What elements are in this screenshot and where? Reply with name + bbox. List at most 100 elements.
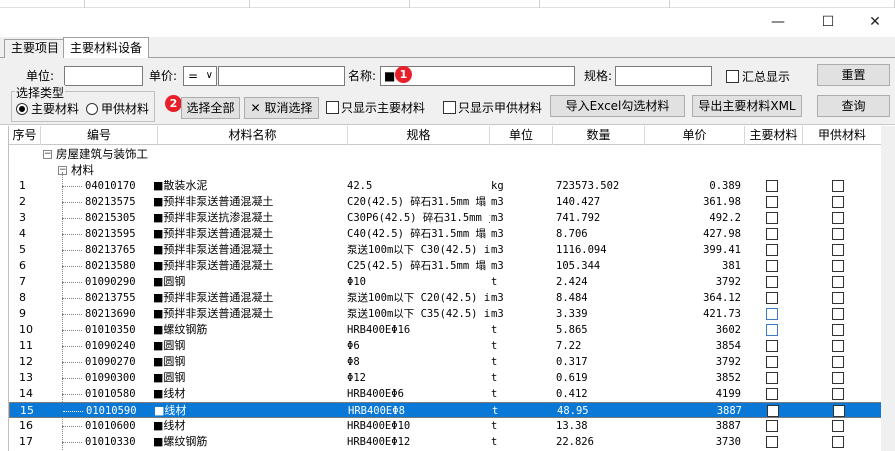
table-row[interactable]: 14 01010580 ■线材 HRB400EΦ6 t 0.412 4199 xyxy=(9,386,895,402)
tree-connector xyxy=(62,202,82,203)
import-excel-button[interactable]: 导入Excel勾选材料 xyxy=(550,95,685,117)
table-row[interactable]: 13 01090300 ■圆钢 Φ12 t 0.619 3852 xyxy=(9,370,895,386)
row-price: 381 xyxy=(722,260,741,272)
supply-material-checkbox[interactable] xyxy=(832,228,844,240)
table-row[interactable]: 11 01090240 ■圆钢 Φ6 t 7.22 3854 xyxy=(9,338,895,354)
collapse-icon[interactable]: − xyxy=(43,150,52,159)
col-header-code[interactable]: 编号 xyxy=(41,126,158,145)
table-row[interactable]: 5 80213765 ■预拌非泵送普通混凝土 泵送100m以下 C30(42.5) i… xyxy=(9,242,895,258)
table-row[interactable]: 1 04010170 ■散装水泥 42.5 kg 723573.502 0.389 xyxy=(9,178,895,194)
summary-checkbox[interactable] xyxy=(726,70,739,83)
supply-material-checkbox[interactable] xyxy=(832,196,844,208)
row-spec: HRB400EΦ16 xyxy=(347,324,411,336)
supply-material-checkbox[interactable] xyxy=(832,372,844,384)
main-material-checkbox[interactable] xyxy=(766,356,778,368)
table-row[interactable]: 7 01090290 ■圆钢 Φ10 t 2.424 3792 xyxy=(9,274,895,290)
col-header-main[interactable]: 主要材料 xyxy=(745,126,803,145)
main-material-checkbox[interactable] xyxy=(766,228,778,240)
row-unit: t xyxy=(491,340,498,352)
minimize-button[interactable]: — xyxy=(760,8,796,36)
main-material-checkbox[interactable] xyxy=(766,244,778,256)
main-material-checkbox[interactable] xyxy=(766,388,778,400)
maximize-button[interactable]: ☐ xyxy=(810,8,846,36)
tree-child-row[interactable]: − 材料 xyxy=(9,162,895,178)
col-header-supply[interactable]: 甲供材料 xyxy=(803,126,882,145)
type-group-label: 选择类型 xyxy=(15,85,66,101)
price-input[interactable] xyxy=(218,66,345,86)
table-row[interactable]: 17 01010330 ■螺纹钢筋 HRB400EΦ12 t 22.826 3730 xyxy=(9,434,895,450)
tab-main-materials[interactable]: 主要材料设备 xyxy=(63,37,150,59)
main-material-checkbox[interactable] xyxy=(766,420,778,432)
col-header-qty[interactable]: 数量 xyxy=(553,126,645,145)
supply-material-checkbox[interactable] xyxy=(832,356,844,368)
price-operator-select[interactable]: = ∨ xyxy=(183,66,217,86)
cancel-selection-button[interactable]: ✕ 取消选择 xyxy=(244,97,319,119)
supply-material-checkbox[interactable] xyxy=(833,405,845,417)
col-header-price[interactable]: 单价 xyxy=(645,126,745,145)
table-row[interactable]: 12 01090270 ■圆钢 Φ8 t 0.317 3792 xyxy=(9,354,895,370)
main-material-checkbox[interactable] xyxy=(766,308,778,320)
unit-input[interactable] xyxy=(64,66,143,86)
supply-material-checkbox[interactable] xyxy=(832,260,844,272)
col-header-no[interactable]: 序号 xyxy=(9,126,41,145)
supply-material-checkbox[interactable] xyxy=(832,420,844,432)
supply-material-checkbox[interactable] xyxy=(832,292,844,304)
table-row[interactable]: 6 80213580 ■预拌非泵送普通混凝土 C25(42.5) 碎石31.5mm 塌… xyxy=(9,258,895,274)
col-header-spec[interactable]: 规格 xyxy=(348,126,490,145)
reset-button[interactable]: 重置 xyxy=(817,64,890,86)
row-no: 8 xyxy=(19,291,26,304)
tab-strip: 主要项目 主要材料设备 xyxy=(0,37,895,59)
supply-material-checkbox[interactable] xyxy=(832,276,844,288)
main-material-checkbox[interactable] xyxy=(766,372,778,384)
supply-material-checkbox[interactable] xyxy=(832,340,844,352)
row-qty: 0.412 xyxy=(556,388,588,400)
export-xml-button[interactable]: 导出主要材料XML xyxy=(692,95,802,117)
row-qty: 0.619 xyxy=(556,372,588,384)
main-material-checkbox[interactable] xyxy=(766,276,778,288)
row-qty: 22.826 xyxy=(556,436,594,448)
row-code: 01010350 xyxy=(85,324,136,336)
main-material-checkbox[interactable] xyxy=(766,260,778,272)
tree-root-row[interactable]: − 房屋建筑与装饰工 xyxy=(9,146,895,162)
main-material-checkbox[interactable] xyxy=(766,196,778,208)
supply-material-checkbox[interactable] xyxy=(832,324,844,336)
supply-material-checkbox[interactable] xyxy=(832,388,844,400)
table-row[interactable]: 8 80213755 ■预拌非泵送普通混凝土 泵送100m以下 C20(42.5) i… xyxy=(9,290,895,306)
close-icon: ✕ xyxy=(869,14,881,30)
close-button[interactable]: ✕ xyxy=(857,8,893,36)
table-row[interactable]: 9 80213690 ■预拌非泵送普通混凝土 泵送100m以下 C35(42.5) i… xyxy=(9,306,895,322)
table-row[interactable]: 10 01010350 ■螺纹钢筋 HRB400EΦ16 t 5.865 3602 xyxy=(9,322,895,338)
col-header-unit[interactable]: 单位 xyxy=(490,126,553,145)
table-row[interactable]: 15 01010590 ■线材 HRB400EΦ8 t 48.95 3887 xyxy=(9,402,895,418)
row-qty: 48.95 xyxy=(557,405,589,417)
main-material-checkbox[interactable] xyxy=(766,324,778,336)
supply-material-checkbox[interactable] xyxy=(832,180,844,192)
row-code: 01010580 xyxy=(85,388,136,400)
main-material-checkbox[interactable] xyxy=(766,436,778,448)
supply-material-checkbox[interactable] xyxy=(832,212,844,224)
main-material-checkbox[interactable] xyxy=(766,292,778,304)
row-spec: 泵送100m以下 C35(42.5) i xyxy=(347,308,490,320)
only-supply-checkbox[interactable] xyxy=(443,101,456,114)
table-row[interactable]: 4 80213595 ■预拌非泵送普通混凝土 C40(42.5) 碎石31.5mm 塌… xyxy=(9,226,895,242)
main-material-checkbox[interactable] xyxy=(766,340,778,352)
query-button[interactable]: 查询 xyxy=(817,95,890,117)
radio-supply-materials[interactable] xyxy=(86,103,98,115)
main-material-checkbox[interactable] xyxy=(767,405,779,417)
only-main-checkbox[interactable] xyxy=(326,101,339,114)
table-row[interactable]: 3 80215305 ■预拌非泵送抗渗混凝土 C30P6(42.5) 碎石31.5mm… xyxy=(9,210,895,226)
col-header-name[interactable]: 材料名称 xyxy=(158,126,348,145)
main-material-checkbox[interactable] xyxy=(766,180,778,192)
table-row[interactable]: 2 80213575 ■预拌非泵送普通混凝土 C20(42.5) 碎石31.5mm 塌… xyxy=(9,194,895,210)
main-material-checkbox[interactable] xyxy=(766,212,778,224)
supply-material-checkbox[interactable] xyxy=(832,436,844,448)
select-all-button[interactable]: 选择全部 xyxy=(181,97,240,119)
table-row[interactable]: 16 01010600 ■线材 HRB400EΦ10 t 13.38 3887 xyxy=(9,418,895,434)
radio-main-materials[interactable] xyxy=(16,103,28,115)
supply-material-checkbox[interactable] xyxy=(832,308,844,320)
supply-material-checkbox[interactable] xyxy=(832,244,844,256)
vertical-scrollbar[interactable] xyxy=(881,126,895,451)
tab-main-items[interactable]: 主要项目 xyxy=(4,39,67,58)
spec-input[interactable] xyxy=(615,66,712,86)
tree-connector xyxy=(62,298,82,299)
